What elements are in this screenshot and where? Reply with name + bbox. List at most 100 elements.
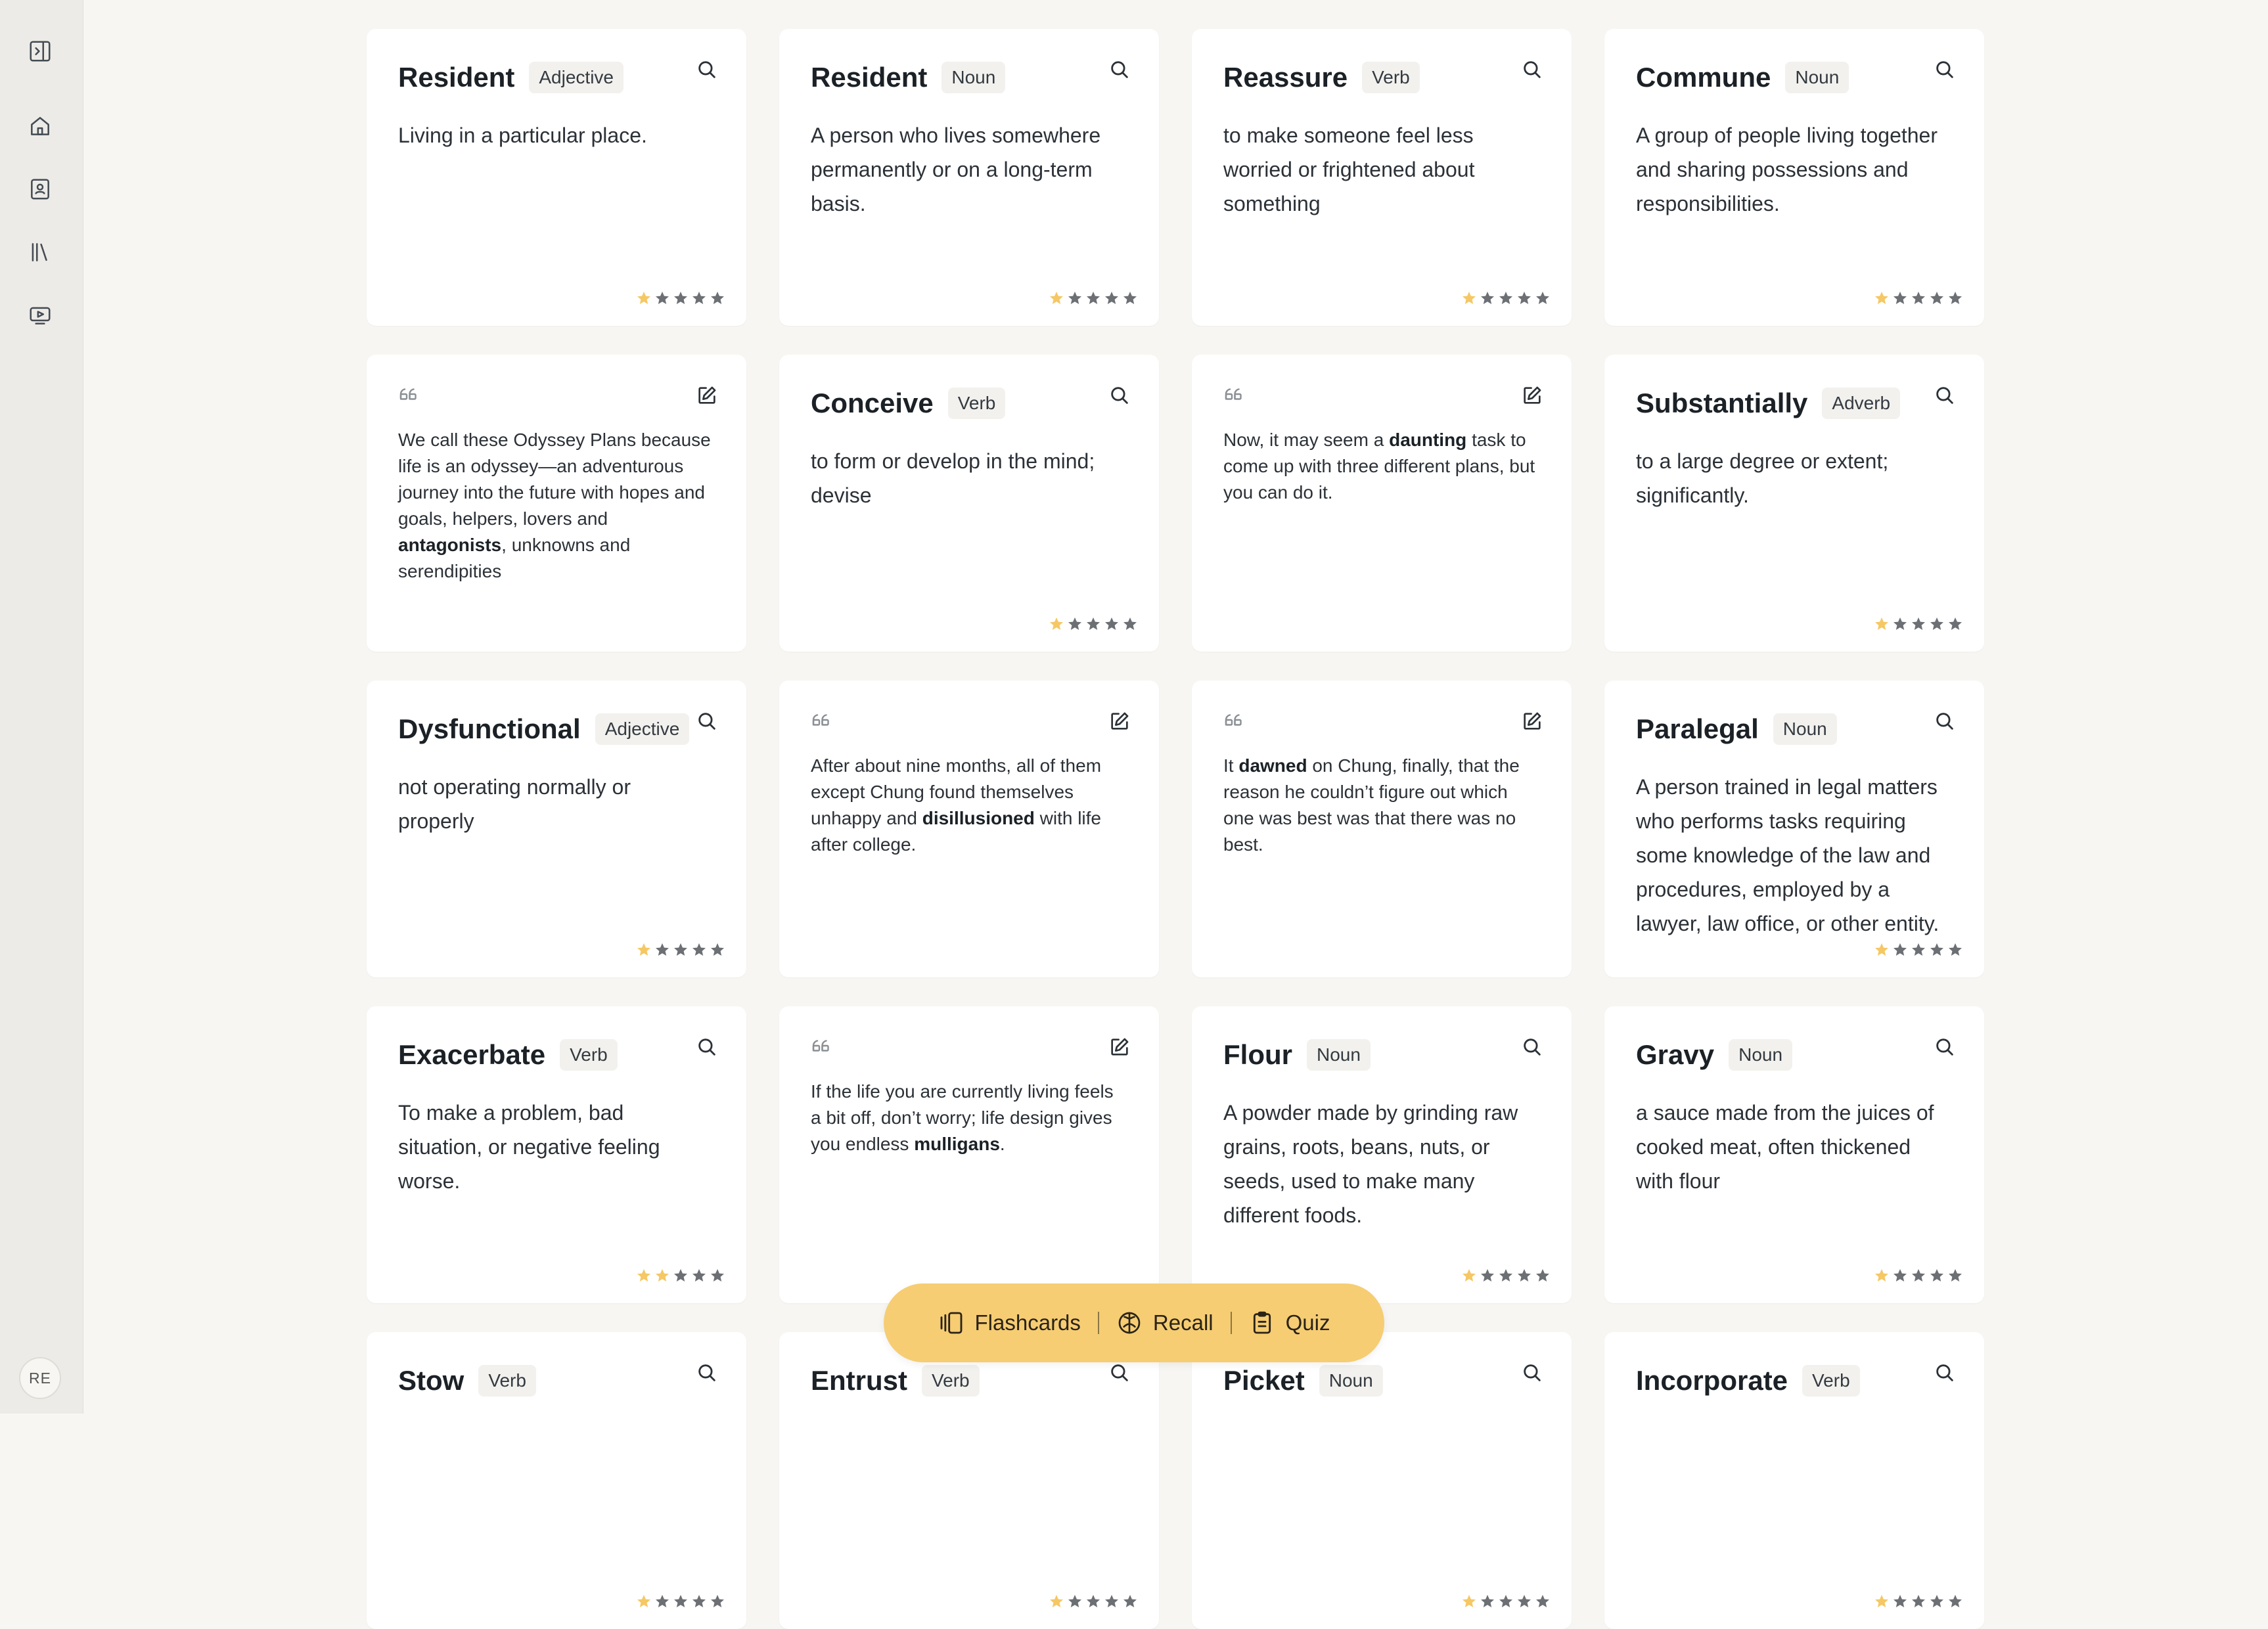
star-empty-icon[interactable] (1122, 290, 1138, 306)
word-card[interactable]: Substantially Adverb to a large degree or … (1604, 355, 1984, 652)
star-empty-icon[interactable] (710, 942, 725, 958)
rating-stars[interactable] (1049, 1594, 1138, 1609)
star-empty-icon[interactable] (1516, 290, 1532, 306)
word-card[interactable]: Paralegal Noun A person trained in legal m… (1604, 681, 1984, 977)
star-empty-icon[interactable] (1122, 1594, 1138, 1609)
star-empty-icon[interactable] (691, 1594, 707, 1609)
star-filled-icon[interactable] (636, 1594, 652, 1609)
search-icon[interactable] (1929, 54, 1961, 85)
star-empty-icon[interactable] (1929, 616, 1945, 632)
star-empty-icon[interactable] (710, 1268, 725, 1283)
star-empty-icon[interactable] (1892, 1268, 1908, 1283)
word-card[interactable]: Conceive Verb to form or develop in the mi… (779, 355, 1159, 652)
rating-stars[interactable] (636, 290, 725, 306)
star-empty-icon[interactable] (1104, 1594, 1120, 1609)
star-filled-icon[interactable] (1049, 1594, 1064, 1609)
star-empty-icon[interactable] (691, 1268, 707, 1283)
star-empty-icon[interactable] (1892, 942, 1908, 958)
edit-icon[interactable] (1516, 705, 1548, 737)
search-icon[interactable] (1929, 1031, 1961, 1063)
word-card[interactable]: Picket Noun (1192, 1332, 1572, 1629)
word-card[interactable]: Dysfunctional Adjective not operating norm… (367, 681, 746, 977)
star-empty-icon[interactable] (691, 290, 707, 306)
star-filled-icon[interactable] (1874, 1594, 1890, 1609)
rating-stars[interactable] (1874, 1268, 1963, 1283)
edit-icon[interactable] (1104, 705, 1135, 737)
star-empty-icon[interactable] (1104, 290, 1120, 306)
rating-stars[interactable] (1049, 616, 1138, 632)
star-empty-icon[interactable] (1480, 1594, 1495, 1609)
word-card[interactable]: Commune Noun A group of people living toge… (1604, 29, 1984, 326)
sidebar-toggle-icon[interactable] (22, 33, 58, 70)
star-empty-icon[interactable] (654, 942, 670, 958)
star-empty-icon[interactable] (1911, 616, 1926, 632)
star-empty-icon[interactable] (1911, 290, 1926, 306)
star-empty-icon[interactable] (691, 942, 707, 958)
star-empty-icon[interactable] (654, 1594, 670, 1609)
star-empty-icon[interactable] (1498, 290, 1514, 306)
star-filled-icon[interactable] (1049, 616, 1064, 632)
star-empty-icon[interactable] (1892, 616, 1908, 632)
edit-icon[interactable] (1516, 380, 1548, 411)
tab-recall[interactable]: Recall (1099, 1310, 1231, 1336)
word-card[interactable]: Stow Verb (367, 1332, 746, 1629)
star-empty-icon[interactable] (1892, 290, 1908, 306)
star-empty-icon[interactable] (1947, 290, 1963, 306)
star-empty-icon[interactable] (1929, 942, 1945, 958)
rating-stars[interactable] (1461, 290, 1551, 306)
search-icon[interactable] (691, 705, 723, 737)
star-empty-icon[interactable] (1947, 1594, 1963, 1609)
avatar[interactable]: RE (19, 1357, 61, 1399)
star-empty-icon[interactable] (1085, 1594, 1101, 1609)
star-filled-icon[interactable] (636, 942, 652, 958)
star-empty-icon[interactable] (1947, 616, 1963, 632)
star-filled-icon[interactable] (636, 1268, 652, 1283)
search-icon[interactable] (1516, 1357, 1548, 1389)
star-empty-icon[interactable] (1104, 616, 1120, 632)
star-filled-icon[interactable] (654, 1268, 670, 1283)
star-empty-icon[interactable] (1122, 616, 1138, 632)
star-empty-icon[interactable] (654, 290, 670, 306)
search-icon[interactable] (1929, 380, 1961, 411)
star-filled-icon[interactable] (1874, 1268, 1890, 1283)
edit-icon[interactable] (691, 380, 723, 411)
star-empty-icon[interactable] (1498, 1594, 1514, 1609)
search-icon[interactable] (1929, 705, 1961, 737)
rating-stars[interactable] (1461, 1268, 1551, 1283)
edit-icon[interactable] (1104, 1031, 1135, 1063)
star-empty-icon[interactable] (1947, 1268, 1963, 1283)
star-filled-icon[interactable] (1461, 1594, 1477, 1609)
rating-stars[interactable] (1874, 290, 1963, 306)
star-filled-icon[interactable] (1049, 290, 1064, 306)
word-card[interactable]: Incorporate Verb (1604, 1332, 1984, 1629)
star-filled-icon[interactable] (1874, 290, 1890, 306)
quote-card[interactable]: It dawned on Chung, finally, that the re… (1192, 681, 1572, 977)
star-empty-icon[interactable] (673, 1594, 689, 1609)
star-empty-icon[interactable] (710, 1594, 725, 1609)
contacts-book-icon[interactable] (22, 171, 58, 208)
rating-stars[interactable] (636, 1268, 725, 1283)
tab-quiz[interactable]: Quiz (1232, 1310, 1348, 1336)
star-empty-icon[interactable] (1911, 1268, 1926, 1283)
home-icon[interactable] (22, 108, 58, 145)
star-empty-icon[interactable] (1535, 1268, 1551, 1283)
star-empty-icon[interactable] (1085, 290, 1101, 306)
star-empty-icon[interactable] (1480, 290, 1495, 306)
word-card[interactable]: Flour Noun A powder made by grinding raw g… (1192, 1006, 1572, 1303)
rating-stars[interactable] (1461, 1594, 1551, 1609)
quote-card[interactable]: After about nine months, all of them exc… (779, 681, 1159, 977)
word-card[interactable]: Exacerbate Verb To make a problem, bad sit… (367, 1006, 746, 1303)
search-icon[interactable] (1104, 54, 1135, 85)
star-empty-icon[interactable] (1085, 616, 1101, 632)
rating-stars[interactable] (1874, 942, 1963, 958)
star-empty-icon[interactable] (1067, 616, 1083, 632)
star-filled-icon[interactable] (636, 290, 652, 306)
word-card[interactable]: Resident Noun A person who lives somewhere… (779, 29, 1159, 326)
quote-card[interactable]: If the life you are currently living fee… (779, 1006, 1159, 1303)
star-empty-icon[interactable] (673, 290, 689, 306)
quote-card[interactable]: Now, it may seem a daunting task to come… (1192, 355, 1572, 652)
search-icon[interactable] (1104, 380, 1135, 411)
rating-stars[interactable] (1874, 1594, 1963, 1609)
rating-stars[interactable] (636, 942, 725, 958)
star-empty-icon[interactable] (1929, 1594, 1945, 1609)
